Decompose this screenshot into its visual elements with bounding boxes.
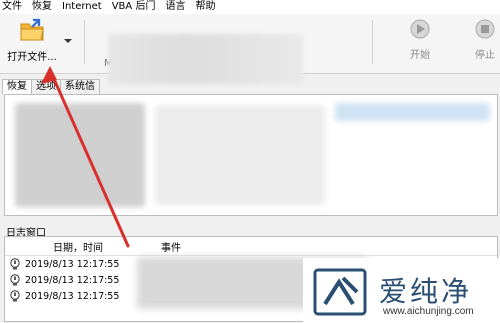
menu-internet[interactable]: Internet <box>57 0 107 14</box>
toolbar-separator <box>84 20 85 64</box>
stop-label: 停止 <box>475 50 495 61</box>
watermark: 爱纯净 www.aichunjing.com <box>303 258 500 323</box>
blurred-content <box>155 105 325 205</box>
start-icon <box>410 19 430 39</box>
menu-help[interactable]: 帮助 <box>190 0 220 14</box>
recover-tab-panel <box>4 94 498 216</box>
menu-bar: 文件 恢复 Internet VBA 后门 语言 帮助 <box>0 0 500 14</box>
start-button[interactable]: 开始 <box>400 18 440 61</box>
blurred-content <box>15 103 145 207</box>
blurred-content <box>335 103 490 121</box>
tab-strip: 恢复 选项 系统信 <box>2 79 100 94</box>
stop-icon <box>475 19 495 39</box>
menu-language[interactable]: 语言 <box>160 0 190 14</box>
tab-recover[interactable]: 恢复 <box>2 79 32 94</box>
blurred-toolbar-area <box>108 34 303 84</box>
open-file-button[interactable]: 打开文件... <box>4 18 60 68</box>
log-header: 日期，时间 事件 <box>5 237 497 256</box>
tab-options[interactable]: 选项 <box>31 79 61 94</box>
col-event[interactable]: 事件 <box>161 239 181 254</box>
toolbar: 打开文件... M 开始 停止 <box>0 14 500 84</box>
tab-system-info[interactable]: 系统信 <box>60 79 100 94</box>
menu-recover[interactable]: 恢复 <box>27 0 57 14</box>
log-timestamp: 2019/8/13 12:17:55 <box>25 290 120 302</box>
start-label: 开始 <box>410 50 430 61</box>
toolbar-separator <box>372 20 373 64</box>
info-bulb-icon <box>10 290 20 302</box>
open-dropdown-chevron-icon[interactable] <box>63 36 73 46</box>
menu-vba-backdoor[interactable]: VBA 后门 <box>107 0 161 14</box>
watermark-cn-text: 爱纯净 <box>379 275 473 308</box>
menu-file[interactable]: 文件 <box>0 0 27 14</box>
stop-button[interactable]: 停止 <box>470 18 500 61</box>
log-timestamp: 2019/8/13 12:17:55 <box>25 274 120 286</box>
info-bulb-icon <box>10 274 20 286</box>
open-file-label: 打开文件... <box>7 52 57 63</box>
log-timestamp: 2019/8/13 12:17:55 <box>25 258 120 270</box>
open-folder-icon <box>20 18 44 41</box>
info-bulb-icon <box>10 258 20 270</box>
watermark-logo-icon <box>313 268 367 316</box>
watermark-url-text: www.aichunjing.com <box>383 306 474 317</box>
col-date-time[interactable]: 日期，时间 <box>5 239 161 254</box>
